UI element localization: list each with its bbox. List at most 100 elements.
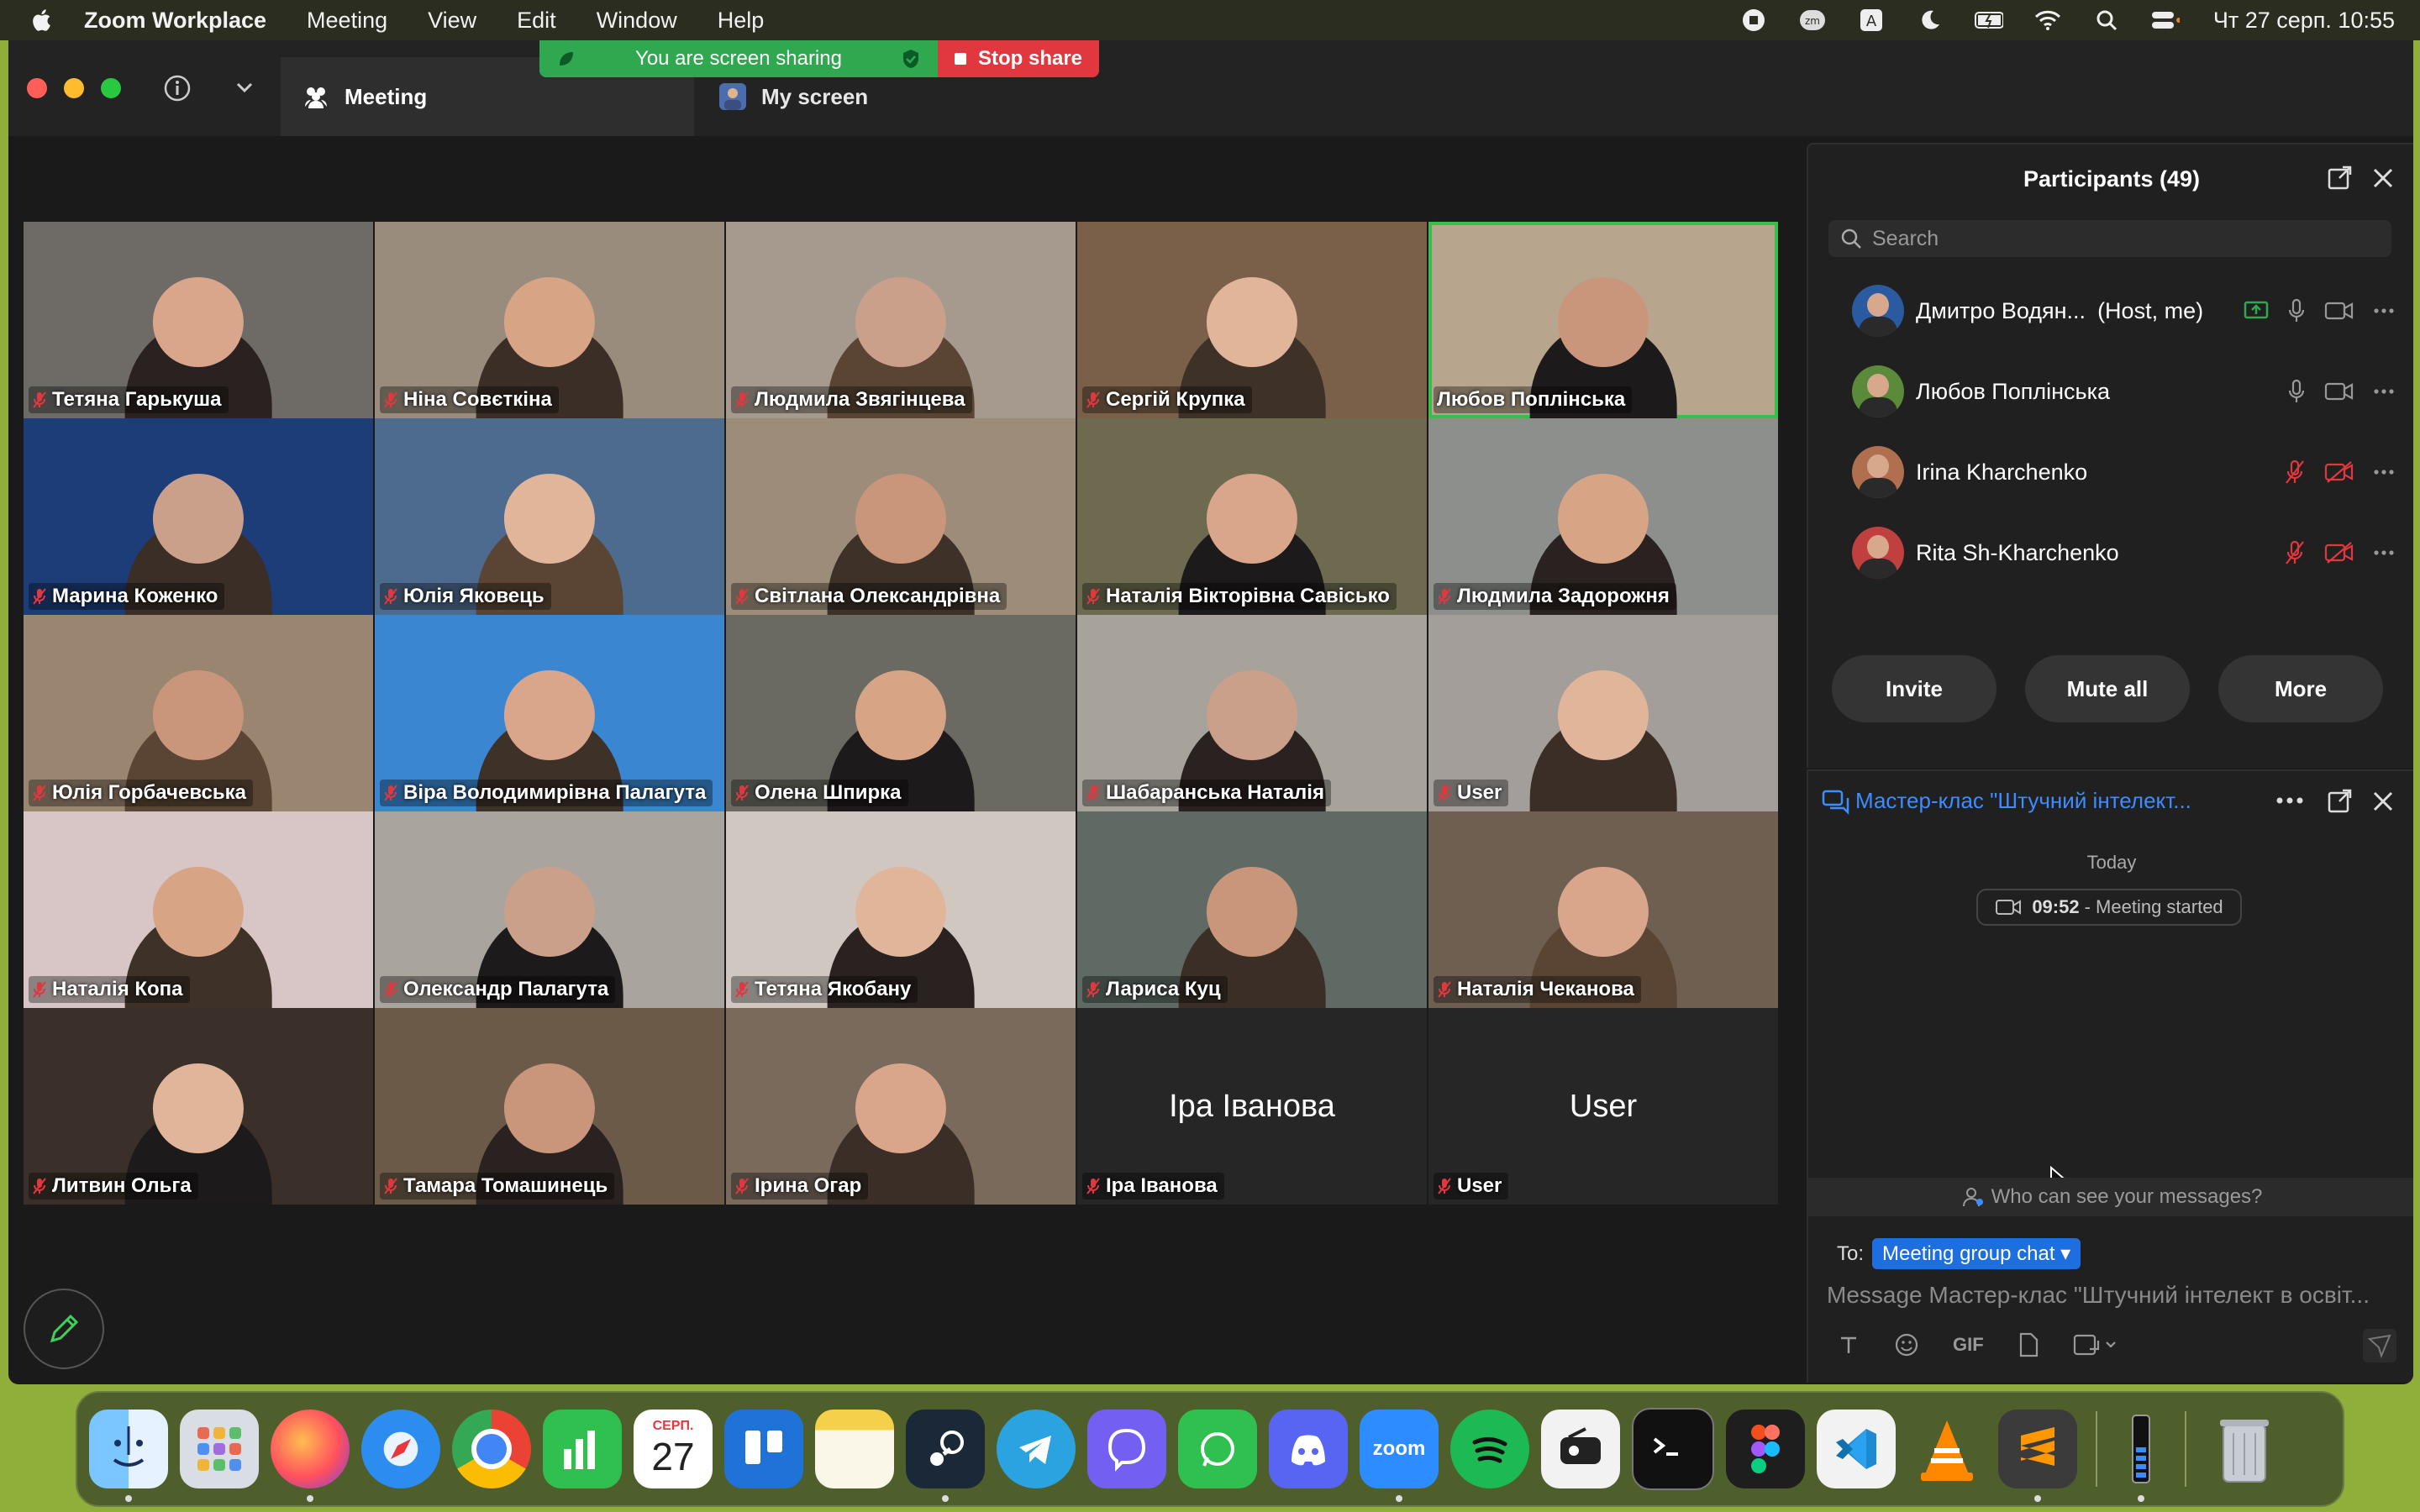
more-options-icon[interactable] — [2373, 549, 2395, 556]
muted-mic-icon[interactable] — [2284, 540, 2306, 565]
control-center-icon[interactable] — [2151, 6, 2180, 34]
wifi-icon[interactable] — [2033, 6, 2062, 34]
video-tile[interactable]: Литвин Ольга — [24, 1008, 373, 1205]
video-tile[interactable]: Тетяна Гарькуша — [24, 222, 373, 418]
mic-icon[interactable] — [2287, 379, 2306, 404]
more-options-icon[interactable] — [2373, 307, 2395, 314]
camera-icon[interactable] — [2324, 381, 2354, 402]
screenshot-icon[interactable] — [2073, 1332, 2120, 1357]
more-button[interactable]: More — [2218, 655, 2383, 722]
vlc-icon[interactable] — [1907, 1410, 1986, 1488]
participant-row[interactable]: Любов Поплінська — [1808, 351, 2413, 432]
chat-close-icon[interactable] — [2370, 788, 2396, 815]
video-tile[interactable]: Світлана Олександрівна — [726, 418, 1076, 615]
calendar-icon[interactable]: СЕРП. 27 — [634, 1410, 713, 1488]
battery-icon[interactable] — [1974, 6, 2003, 34]
moon-icon[interactable] — [1916, 6, 1944, 34]
apple-icon[interactable] — [30, 8, 55, 33]
video-tile[interactable]: Юлія Горбачевська — [24, 615, 373, 811]
podcast-radio-icon[interactable] — [1541, 1410, 1620, 1488]
chat-title[interactable]: Мастер-клас "Штучний інтелект... — [1855, 788, 2259, 814]
who-can-see-link[interactable]: Who can see your messages? — [1808, 1178, 2413, 1216]
menu-window[interactable]: Window — [597, 8, 677, 34]
stop-share-button[interactable]: Stop share — [938, 40, 1099, 77]
gif-button[interactable]: GIF — [1953, 1334, 1984, 1356]
chat-message-input[interactable]: Message Мастер-клас "Штучний інтелект в … — [1827, 1282, 2398, 1309]
whatsapp-icon[interactable] — [1178, 1410, 1257, 1488]
video-tile[interactable]: Наталія Вікторівна Савісько — [1077, 418, 1427, 615]
video-tile[interactable]: Людмила Звягінцева — [726, 222, 1076, 418]
safari-icon[interactable] — [361, 1410, 440, 1488]
input-source-icon[interactable]: A — [1857, 6, 1886, 34]
steam-icon[interactable] — [906, 1410, 985, 1502]
close-icon[interactable] — [2370, 165, 2396, 192]
menu-app-name[interactable]: Zoom Workplace — [84, 8, 266, 34]
sharing-status[interactable]: You are screen sharing — [539, 40, 938, 77]
audio-level-icon[interactable] — [2116, 1410, 2166, 1502]
notes-icon[interactable] — [815, 1410, 894, 1488]
telegram-icon[interactable] — [997, 1410, 1076, 1488]
participants-search-input[interactable]: Search — [1828, 220, 2391, 257]
more-options-icon[interactable] — [2373, 388, 2395, 395]
video-tile[interactable]: Тетяна Якобану — [726, 811, 1076, 1008]
mute-all-button[interactable]: Mute all — [2025, 655, 2190, 722]
video-tile[interactable]: User — [1428, 615, 1778, 811]
chat-popout-icon[interactable] — [2326, 788, 2353, 815]
emoji-icon[interactable] — [1894, 1332, 1919, 1357]
trello-icon[interactable] — [724, 1410, 803, 1488]
video-tile[interactable]: Лариса Куц — [1077, 811, 1427, 1008]
camera-off-icon[interactable] — [2324, 541, 2354, 564]
video-tile[interactable]: Шабаранська Наталія — [1077, 615, 1427, 811]
video-tile[interactable]: Людмила Задорожня — [1428, 418, 1778, 615]
numbers-icon[interactable] — [543, 1410, 622, 1488]
video-tile[interactable]: Віра Володимирівна Палагута — [375, 615, 724, 811]
format-text-icon[interactable] — [1837, 1333, 1860, 1357]
video-tile[interactable]: Сергій Крупка — [1077, 222, 1427, 418]
sublime-text-icon[interactable] — [1998, 1410, 2077, 1502]
menu-help[interactable]: Help — [718, 8, 765, 34]
info-icon[interactable] — [163, 74, 192, 102]
close-window-button[interactable] — [27, 78, 47, 98]
figma-icon[interactable] — [1726, 1410, 1805, 1488]
video-tile[interactable]: Юлія Яковець — [375, 418, 724, 615]
menu-view[interactable]: View — [428, 8, 476, 34]
minimize-window-button[interactable] — [64, 78, 84, 98]
video-tile[interactable]: Ірина Огар — [726, 1008, 1076, 1205]
trash-icon[interactable] — [2205, 1410, 2284, 1488]
more-options-icon[interactable] — [2373, 469, 2395, 475]
maximize-window-button[interactable] — [101, 78, 121, 98]
video-tile[interactable]: Наталія Копа — [24, 811, 373, 1008]
video-tile[interactable]: Іра Іванова Іра Іванова — [1077, 1008, 1427, 1205]
video-tile[interactable]: Тамара Томашинець — [375, 1008, 724, 1205]
camera-off-icon[interactable] — [2324, 460, 2354, 484]
zoom-icon[interactable]: zoom — [1360, 1410, 1439, 1502]
participant-row[interactable]: Дмитро Водян... (Host, me) — [1808, 270, 2413, 351]
spotlight-search-icon[interactable] — [2092, 6, 2121, 34]
annotate-button[interactable] — [24, 1289, 104, 1369]
menu-meeting[interactable]: Meeting — [307, 8, 387, 34]
participant-row[interactable]: Rita Sh-Kharchenko — [1808, 512, 2413, 593]
discord-icon[interactable] — [1269, 1410, 1348, 1488]
more-options-icon[interactable] — [2275, 796, 2304, 805]
terminal-icon[interactable] — [1632, 1408, 1714, 1490]
firefox-icon[interactable] — [271, 1410, 350, 1502]
popout-icon[interactable] — [2326, 165, 2353, 192]
video-tile[interactable]: Ніна Совєткіна — [375, 222, 724, 418]
invite-button[interactable]: Invite — [1832, 655, 1996, 722]
zoom-status-icon[interactable]: zm — [1798, 6, 1827, 34]
muted-mic-icon[interactable] — [2284, 459, 2306, 485]
video-tile[interactable]: Любов Поплінська — [1428, 222, 1778, 418]
chrome-icon[interactable] — [452, 1410, 531, 1488]
video-tile[interactable]: Олександр Палагута — [375, 811, 724, 1008]
participant-row[interactable]: Irina Kharchenko — [1808, 432, 2413, 512]
spotify-icon[interactable] — [1450, 1410, 1529, 1488]
video-tile[interactable]: Олена Шпирка — [726, 615, 1076, 811]
viber-icon[interactable] — [1087, 1410, 1166, 1488]
file-icon[interactable] — [2018, 1332, 2039, 1357]
vscode-icon[interactable] — [1817, 1410, 1896, 1488]
camera-icon[interactable] — [2324, 300, 2354, 322]
recipient-dropdown[interactable]: Meeting group chat ▾ — [1872, 1238, 2081, 1269]
launchpad-icon[interactable] — [180, 1410, 259, 1488]
menu-edit[interactable]: Edit — [517, 8, 556, 34]
chevron-down-icon[interactable] — [235, 81, 254, 94]
